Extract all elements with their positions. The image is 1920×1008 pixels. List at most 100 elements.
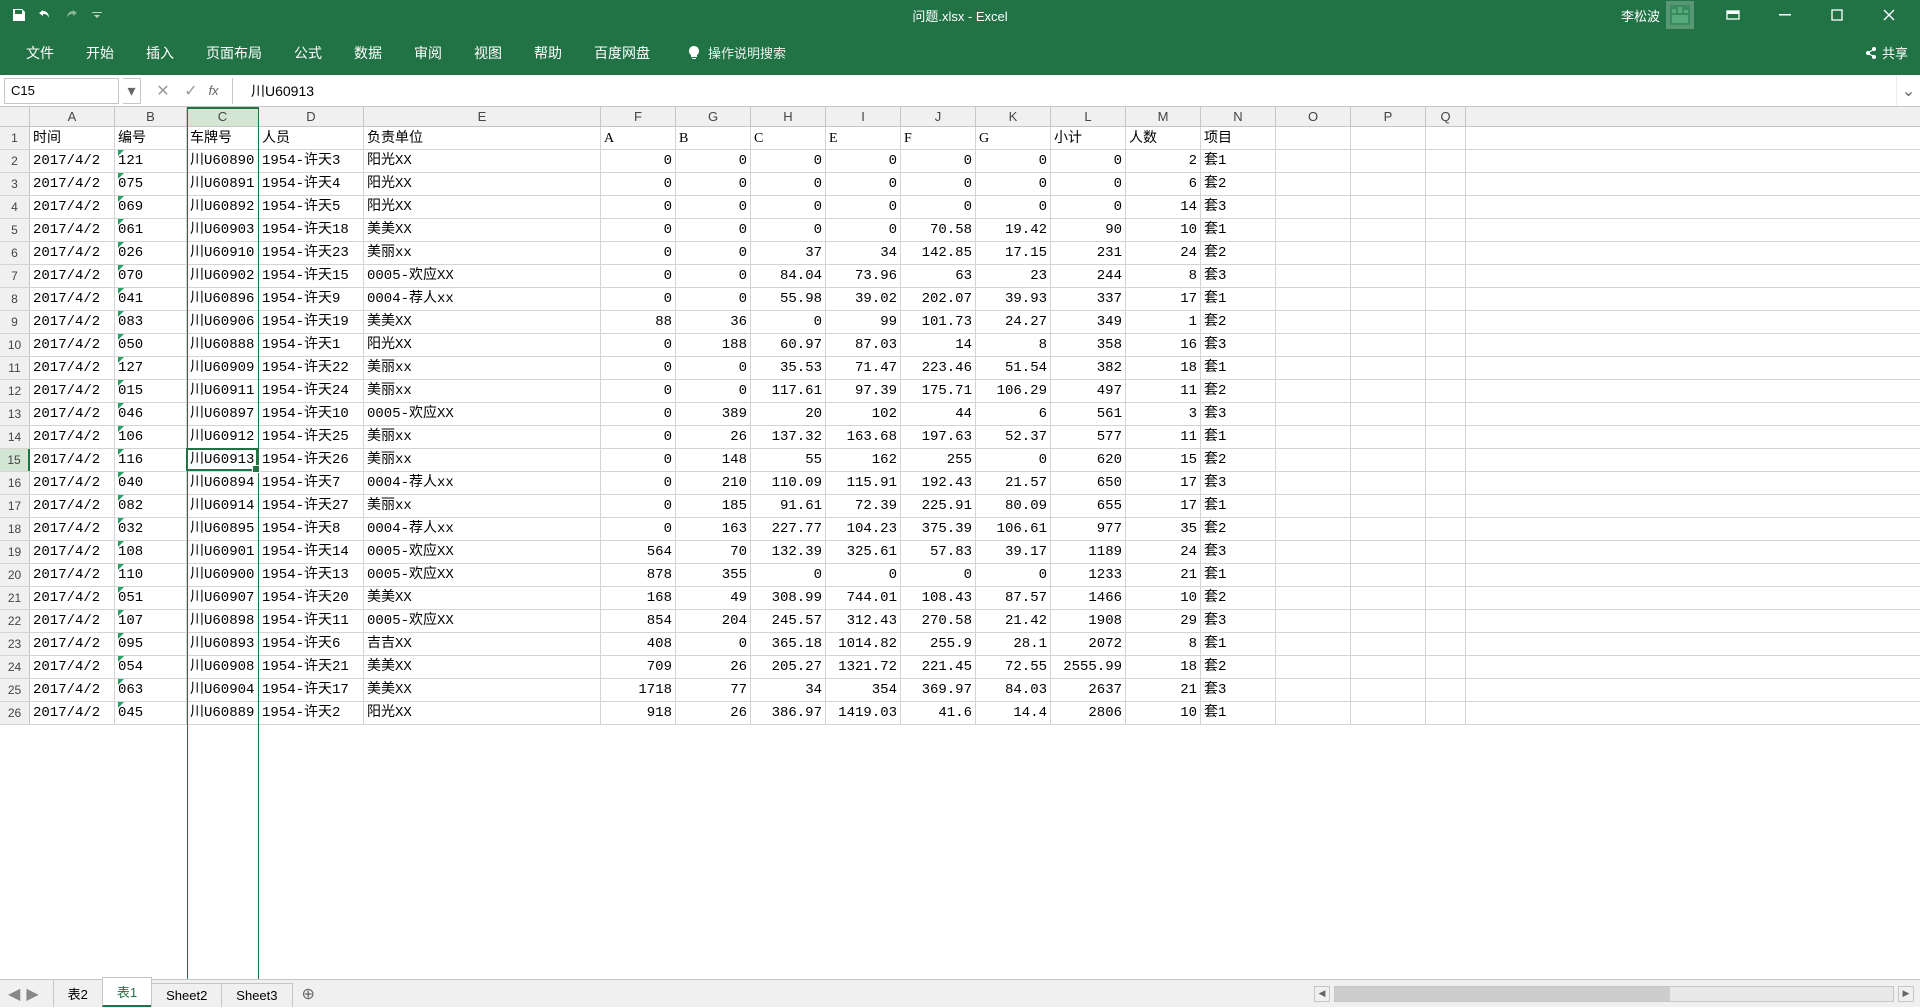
data-cell[interactable]: [1426, 656, 1466, 678]
column-header[interactable]: Q: [1426, 107, 1466, 126]
data-cell[interactable]: [1351, 380, 1426, 402]
data-cell[interactable]: 1321.72: [826, 656, 901, 678]
data-cell[interactable]: [1426, 311, 1466, 333]
data-cell[interactable]: 620: [1051, 449, 1126, 471]
data-cell[interactable]: 0: [1051, 196, 1126, 218]
data-cell[interactable]: 川U60890: [187, 150, 259, 172]
data-cell[interactable]: 美美XX: [364, 656, 601, 678]
data-cell[interactable]: 川U60903: [187, 219, 259, 241]
data-cell[interactable]: 川U60895: [187, 518, 259, 540]
data-cell[interactable]: 0004-荐人xx: [364, 472, 601, 494]
data-cell[interactable]: 108: [115, 541, 187, 563]
data-cell[interactable]: 132.39: [751, 541, 826, 563]
data-cell[interactable]: 17: [1126, 472, 1201, 494]
ribbon-tab-8[interactable]: 帮助: [518, 30, 578, 75]
data-cell[interactable]: 121: [115, 150, 187, 172]
data-cell[interactable]: 24: [1126, 242, 1201, 264]
column-header[interactable]: H: [751, 107, 826, 126]
data-cell[interactable]: 套1: [1201, 702, 1276, 724]
hscroll-left-icon[interactable]: ◀: [1314, 986, 1330, 1002]
data-cell[interactable]: [1351, 518, 1426, 540]
maximize-button[interactable]: [1814, 0, 1860, 30]
data-cell[interactable]: 0: [901, 173, 976, 195]
sheet-tab[interactable]: 表1: [102, 977, 152, 1007]
minimize-button[interactable]: [1762, 0, 1808, 30]
data-cell[interactable]: 0: [676, 633, 751, 655]
data-cell[interactable]: [1351, 265, 1426, 287]
data-cell[interactable]: 354: [826, 679, 901, 701]
data-cell[interactable]: 1233: [1051, 564, 1126, 586]
data-cell[interactable]: 1954-许天6: [259, 633, 364, 655]
data-cell[interactable]: [1426, 449, 1466, 471]
data-cell[interactable]: [1426, 541, 1466, 563]
data-cell[interactable]: 389: [676, 403, 751, 425]
data-cell[interactable]: [1276, 587, 1351, 609]
data-cell[interactable]: 1954-许天3: [259, 150, 364, 172]
data-cell[interactable]: 37: [751, 242, 826, 264]
data-cell[interactable]: [1426, 380, 1466, 402]
data-cell[interactable]: 227.77: [751, 518, 826, 540]
data-cell[interactable]: 10: [1126, 219, 1201, 241]
header-cell[interactable]: [1276, 127, 1351, 149]
data-cell[interactable]: 2017/4/2: [30, 495, 115, 517]
data-cell[interactable]: 8: [1126, 633, 1201, 655]
data-cell[interactable]: 73.96: [826, 265, 901, 287]
row-header[interactable]: 14: [0, 426, 30, 448]
data-cell[interactable]: 1954-许天23: [259, 242, 364, 264]
data-cell[interactable]: 2017/4/2: [30, 288, 115, 310]
data-cell[interactable]: [1276, 357, 1351, 379]
data-cell[interactable]: 312.43: [826, 610, 901, 632]
data-cell[interactable]: 美美XX: [364, 219, 601, 241]
data-cell[interactable]: 套3: [1201, 403, 1276, 425]
data-cell[interactable]: [1276, 426, 1351, 448]
redo-icon[interactable]: [62, 6, 80, 24]
data-cell[interactable]: 19.42: [976, 219, 1051, 241]
data-cell[interactable]: 川U60909: [187, 357, 259, 379]
formula-input[interactable]: [241, 75, 1896, 106]
data-cell[interactable]: 255: [901, 449, 976, 471]
data-cell[interactable]: 115.91: [826, 472, 901, 494]
data-cell[interactable]: 1718: [601, 679, 676, 701]
data-cell[interactable]: 套1: [1201, 495, 1276, 517]
row-header[interactable]: 4: [0, 196, 30, 218]
data-cell[interactable]: 17.15: [976, 242, 1051, 264]
data-cell[interactable]: 2017/4/2: [30, 633, 115, 655]
data-cell[interactable]: 2017/4/2: [30, 702, 115, 724]
data-cell[interactable]: 197.63: [901, 426, 976, 448]
data-cell[interactable]: 26: [676, 426, 751, 448]
data-cell[interactable]: 1954-许天9: [259, 288, 364, 310]
data-cell[interactable]: 套3: [1201, 472, 1276, 494]
data-cell[interactable]: 34: [751, 679, 826, 701]
header-cell[interactable]: G: [976, 127, 1051, 149]
data-cell[interactable]: 川U60907: [187, 587, 259, 609]
data-cell[interactable]: 84.04: [751, 265, 826, 287]
data-cell[interactable]: 14: [901, 334, 976, 356]
data-cell[interactable]: [1351, 610, 1426, 632]
row-header[interactable]: 25: [0, 679, 30, 701]
data-cell[interactable]: 2017/4/2: [30, 541, 115, 563]
column-header[interactable]: A: [30, 107, 115, 126]
data-cell[interactable]: 070: [115, 265, 187, 287]
data-cell[interactable]: 0: [826, 196, 901, 218]
header-cell[interactable]: 负责单位: [364, 127, 601, 149]
data-cell[interactable]: 美丽xx: [364, 495, 601, 517]
data-cell[interactable]: [1351, 334, 1426, 356]
data-cell[interactable]: 套2: [1201, 656, 1276, 678]
data-cell[interactable]: 60.97: [751, 334, 826, 356]
data-cell[interactable]: 80.09: [976, 495, 1051, 517]
data-cell[interactable]: [1351, 150, 1426, 172]
data-cell[interactable]: 0: [751, 150, 826, 172]
data-cell[interactable]: 0: [601, 219, 676, 241]
data-cell[interactable]: 137.32: [751, 426, 826, 448]
data-cell[interactable]: 2637: [1051, 679, 1126, 701]
data-cell[interactable]: 套2: [1201, 242, 1276, 264]
data-cell[interactable]: 0005-欢应XX: [364, 403, 601, 425]
data-cell[interactable]: 套1: [1201, 633, 1276, 655]
data-cell[interactable]: 套3: [1201, 610, 1276, 632]
data-cell[interactable]: 041: [115, 288, 187, 310]
data-cell[interactable]: 1014.82: [826, 633, 901, 655]
data-cell[interactable]: 102: [826, 403, 901, 425]
horizontal-scrollbar[interactable]: [1334, 986, 1894, 1002]
data-cell[interactable]: [1351, 564, 1426, 586]
data-cell[interactable]: [1426, 288, 1466, 310]
